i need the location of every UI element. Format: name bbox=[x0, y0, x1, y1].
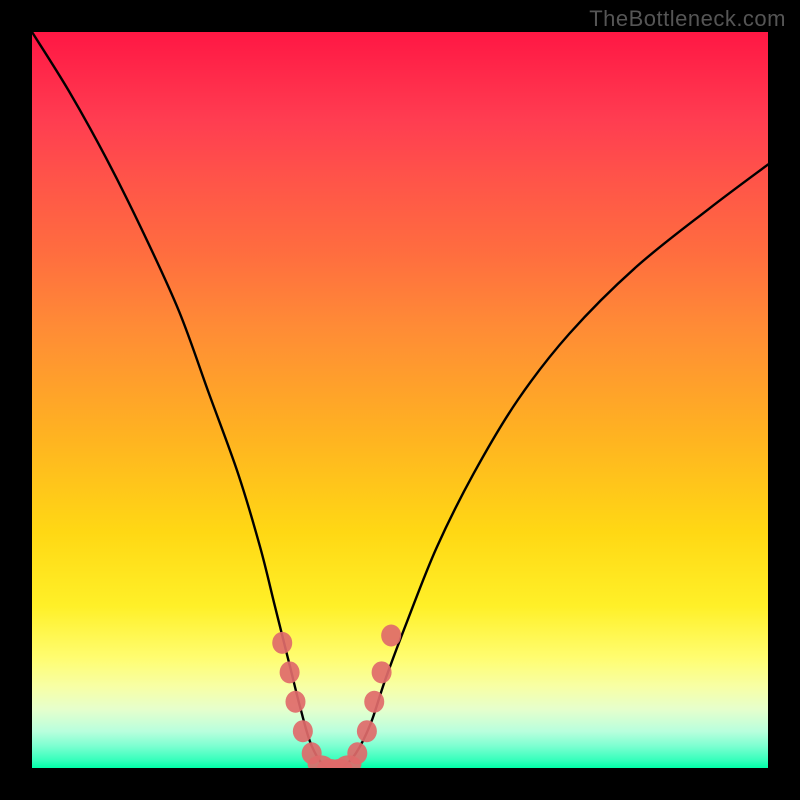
highlight-marker bbox=[357, 720, 377, 742]
highlight-marker bbox=[272, 632, 292, 654]
highlight-marker bbox=[285, 691, 305, 713]
chart-frame: TheBottleneck.com bbox=[0, 0, 800, 800]
watermark-label: TheBottleneck.com bbox=[589, 6, 786, 32]
highlight-marker bbox=[280, 661, 300, 683]
highlight-marker bbox=[347, 742, 367, 764]
highlight-marker bbox=[364, 691, 384, 713]
curve-layer bbox=[32, 32, 768, 768]
highlight-marker bbox=[293, 720, 313, 742]
highlight-marker bbox=[381, 625, 401, 647]
bottleneck-curve bbox=[32, 32, 768, 768]
highlight-marker bbox=[372, 661, 392, 683]
plot-area bbox=[32, 32, 768, 768]
